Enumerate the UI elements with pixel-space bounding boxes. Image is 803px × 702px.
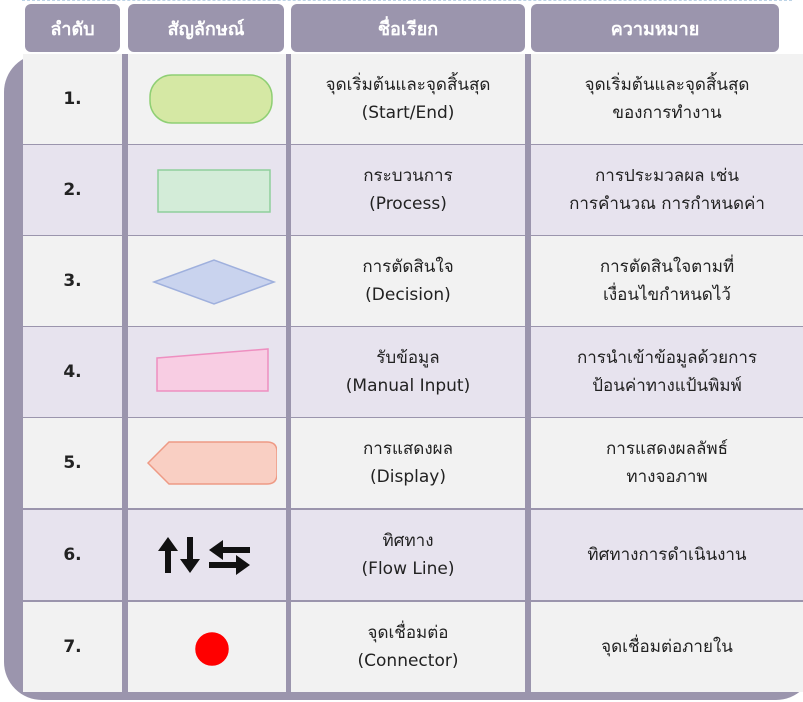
symbol-cell — [128, 145, 286, 235]
symbol-cell — [128, 510, 286, 600]
header-order-label: ลำดับ — [50, 18, 95, 40]
row-number: 2. — [63, 180, 82, 200]
symbol-meaning-cell: ทิศทางการดำเนินงาน — [531, 510, 803, 600]
symbol-meaning: ทิศทางการดำเนินงาน — [587, 545, 747, 565]
row-number: 7. — [63, 637, 82, 657]
symbol-meaning: จุดเชื่อมต่อภายใน — [601, 637, 733, 657]
flow-line-arrows-icon — [158, 537, 250, 575]
row-number-cell: 5. — [23, 418, 122, 508]
symbol-name-cell: จุดเชื่อมต่อ (Connector) — [291, 602, 525, 692]
connector-circle-icon — [195, 632, 229, 666]
symbol-meaning-cell: จุดเริ่มต้นและจุดสิ้นสุด ของการทำงาน — [531, 54, 803, 144]
row-number-cell: 3. — [23, 236, 122, 326]
symbol-name-cell: ทิศทาง (Flow Line) — [291, 510, 525, 600]
row-number: 6. — [63, 545, 82, 565]
process-rectangle-icon — [157, 169, 271, 213]
start-end-terminator-shape — [149, 74, 273, 124]
header-meaning-label: ความหมาย — [610, 18, 700, 40]
row-number-cell: 1. — [23, 54, 122, 144]
header-order: ลำดับ — [25, 4, 120, 52]
symbol-cell — [128, 54, 286, 144]
symbol-cell — [128, 602, 286, 692]
decision-diamond-shape — [151, 259, 277, 305]
symbol-name-cell: กระบวนการ (Process) — [291, 145, 525, 235]
symbol-meaning: จุดเริ่มต้นและจุดสิ้นสุด ของการทำงาน — [584, 75, 750, 123]
symbol-meaning-cell: การประมวลผล เช่น การคำนวณ การกำหนดค่า — [531, 145, 803, 235]
row-number: 5. — [63, 453, 82, 473]
symbol-name: การแสดงผล (Display) — [362, 439, 454, 487]
arrow-right — [209, 555, 250, 575]
symbol-cell — [128, 418, 286, 508]
symbol-name-cell: การแสดงผล (Display) — [291, 418, 525, 508]
row-number-cell: 2. — [23, 145, 122, 235]
row-number: 3. — [63, 271, 82, 291]
symbol-name-cell: จุดเริ่มต้นและจุดสิ้นสุด (Start/End) — [291, 54, 525, 144]
symbol-name: ทิศทาง (Flow Line) — [361, 531, 455, 579]
header-meaning: ความหมาย — [531, 4, 779, 52]
symbol-meaning-cell: จุดเชื่อมต่อภายใน — [531, 602, 803, 692]
guide-line — [22, 0, 792, 1]
arrow-down — [180, 537, 200, 573]
symbol-name: กระบวนการ (Process) — [363, 166, 453, 214]
arrow-left — [209, 540, 250, 560]
header-name-label: ชื่อเรียก — [377, 18, 439, 40]
row-number: 1. — [63, 89, 82, 109]
header-name: ชื่อเรียก — [291, 4, 525, 52]
row-number-cell: 7. — [23, 602, 122, 692]
symbol-meaning: การตัดสินใจตามที่ เงื่อนไขกำหนดไว้ — [599, 257, 735, 305]
symbol-name-cell: การตัดสินใจ (Decision) — [291, 236, 525, 326]
symbol-name: รับข้อมูล (Manual Input) — [345, 348, 471, 396]
symbol-meaning: การนำเข้าข้อมูลด้วยการ ป้อนค่าทางแป้นพิม… — [576, 348, 758, 396]
symbol-cell — [128, 236, 286, 326]
symbol-name: จุดเริ่มต้นและจุดสิ้นสุด (Start/End) — [325, 75, 491, 123]
header-symbol: สัญลักษณ์ — [128, 4, 284, 52]
header-symbol-label: สัญลักษณ์ — [167, 18, 245, 40]
process-rectangle-shape — [157, 169, 271, 213]
flowchart-symbols-page: ลำดับ สัญลักษณ์ ชื่อเรียก ความหมาย 1. จุด… — [0, 0, 803, 702]
symbol-meaning-cell: การนำเข้าข้อมูลด้วยการ ป้อนค่าทางแป้นพิม… — [531, 327, 803, 417]
connector-circle-shape — [195, 632, 229, 666]
display-shape — [146, 441, 277, 485]
symbol-cell — [128, 327, 286, 417]
symbol-meaning-cell: การตัดสินใจตามที่ เงื่อนไขกำหนดไว้ — [531, 236, 803, 326]
display-icon — [146, 441, 277, 485]
row-number-cell: 6. — [23, 510, 122, 600]
manual-input-shape — [156, 348, 269, 392]
flow-arrows-group — [158, 537, 250, 575]
decision-diamond-icon — [151, 259, 277, 305]
manual-input-icon — [156, 348, 269, 392]
arrow-up — [158, 537, 178, 573]
symbol-name-cell: รับข้อมูล (Manual Input) — [291, 327, 525, 417]
symbol-meaning-cell: การแสดงผลลัพธ์ ทางจอภาพ — [531, 418, 803, 508]
row-number: 4. — [63, 362, 82, 382]
symbol-meaning: การประมวลผล เช่น การคำนวณ การกำหนดค่า — [569, 166, 765, 214]
symbol-name: การตัดสินใจ (Decision) — [362, 257, 454, 305]
symbol-meaning: การแสดงผลลัพธ์ ทางจอภาพ — [605, 439, 729, 487]
row-number-cell: 4. — [23, 327, 122, 417]
symbol-name: จุดเชื่อมต่อ (Connector) — [357, 623, 459, 671]
start-end-terminator-icon — [149, 74, 273, 124]
